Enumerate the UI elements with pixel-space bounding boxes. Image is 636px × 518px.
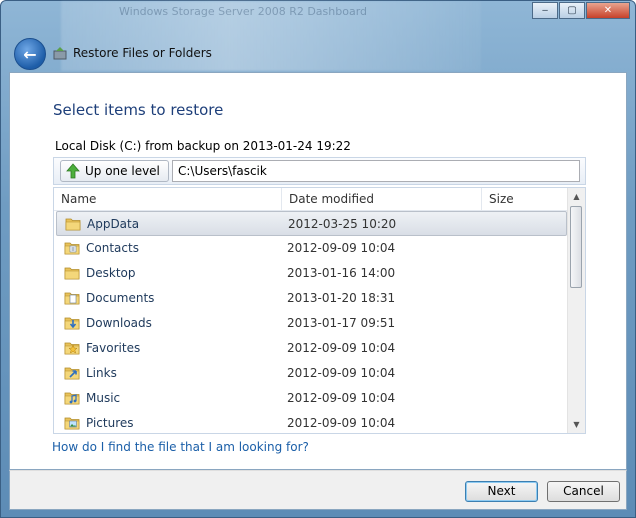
file-list: Name Date modified Size AppData 2012-03-2…: [53, 187, 586, 434]
documents-folder-icon: [64, 292, 80, 305]
wizard-footer: Next Cancel: [9, 470, 627, 510]
column-header-size[interactable]: Size: [482, 188, 569, 210]
file-name: Music: [86, 391, 121, 405]
file-name: Desktop: [86, 266, 136, 280]
close-button[interactable]: ✕: [586, 2, 630, 19]
file-date-modified: 2012-09-09 10:04: [287, 341, 396, 355]
file-date-modified: 2013-01-16 14:00: [287, 266, 396, 280]
file-name: Contacts: [86, 241, 139, 255]
path-field[interactable]: C:\Users\fascik: [172, 160, 580, 182]
help-link[interactable]: How do I find the file that I am looking…: [52, 440, 309, 454]
file-name: Downloads: [86, 316, 152, 330]
background-window-title: Windows Storage Server 2008 R2 Dashboard: [119, 5, 368, 18]
file-date-modified: 2012-09-09 10:04: [287, 366, 396, 380]
window-title: Restore Files or Folders: [73, 46, 212, 60]
vertical-scrollbar[interactable]: ▲ ▼: [567, 188, 585, 433]
file-name: Documents: [86, 291, 155, 305]
up-arrow-icon: [66, 163, 80, 179]
next-button[interactable]: Next: [465, 481, 538, 502]
file-name: Pictures: [86, 416, 134, 430]
column-header-date[interactable]: Date modified: [282, 188, 482, 210]
file-date-modified: 2012-09-09 10:04: [287, 241, 396, 255]
music-folder-icon: [64, 392, 80, 405]
file-list-item[interactable]: Favorites 2012-09-09 10:04: [56, 336, 567, 361]
file-list-item[interactable]: Links 2012-09-09 10:04: [56, 361, 567, 386]
window-frame: Windows Storage Server 2008 R2 Dashboard…: [0, 0, 636, 518]
maximize-button[interactable]: ▢: [559, 2, 585, 19]
file-name: AppData: [87, 217, 140, 231]
file-name: Favorites: [86, 341, 141, 355]
file-date-modified: 2012-03-25 10:20: [288, 217, 397, 231]
scroll-down-icon[interactable]: ▼: [568, 416, 585, 433]
scrollbar-thumb[interactable]: [570, 206, 582, 288]
file-list-item[interactable]: Downloads 2013-01-17 09:51: [56, 311, 567, 336]
backup-source-label: Local Disk (C:) from backup on 2013-01-2…: [55, 139, 351, 153]
file-list-item[interactable]: AppData 2012-03-25 10:20: [56, 211, 567, 236]
back-arrow-icon: ←: [23, 44, 37, 64]
pictures-folder-icon: [64, 417, 80, 430]
up-one-level-label: Up one level: [85, 164, 160, 178]
navigation-toolbar: Up one level C:\Users\fascik: [53, 157, 586, 185]
column-header-name[interactable]: Name: [54, 188, 282, 210]
file-list-item[interactable]: Contacts 2012-09-09 10:04: [56, 236, 567, 261]
up-one-level-button[interactable]: Up one level: [60, 160, 169, 182]
file-list-item[interactable]: Documents 2013-01-20 18:31: [56, 286, 567, 311]
file-date-modified: 2013-01-17 09:51: [287, 316, 396, 330]
file-list-header: Name Date modified Size: [54, 188, 569, 211]
file-date-modified: 2012-09-09 10:04: [287, 391, 396, 405]
favorites-folder-icon: [64, 342, 80, 355]
file-date-modified: 2012-09-09 10:04: [287, 416, 396, 430]
backup-icon: [53, 47, 67, 60]
minimize-button[interactable]: ‒: [532, 2, 558, 19]
file-date-modified: 2013-01-20 18:31: [287, 291, 396, 305]
scroll-up-icon[interactable]: ▲: [568, 188, 585, 205]
file-list-item[interactable]: Pictures 2012-09-09 10:04: [56, 411, 567, 433]
folder-icon: [64, 267, 80, 280]
file-list-item[interactable]: Desktop 2013-01-16 14:00: [56, 261, 567, 286]
cancel-button[interactable]: Cancel: [547, 481, 620, 502]
links-folder-icon: [64, 367, 80, 380]
file-list-item[interactable]: Music 2012-09-09 10:04: [56, 386, 567, 411]
folder-icon: [65, 218, 81, 231]
downloads-folder-icon: [64, 317, 80, 330]
page-title: Select items to restore: [53, 101, 224, 119]
back-button[interactable]: ←: [14, 38, 46, 70]
wizard-content: Select items to restore Local Disk (C:) …: [9, 72, 627, 470]
contacts-folder-icon: [64, 242, 80, 255]
window-controls: ‒ ▢ ✕: [532, 2, 630, 19]
file-name: Links: [86, 366, 117, 380]
